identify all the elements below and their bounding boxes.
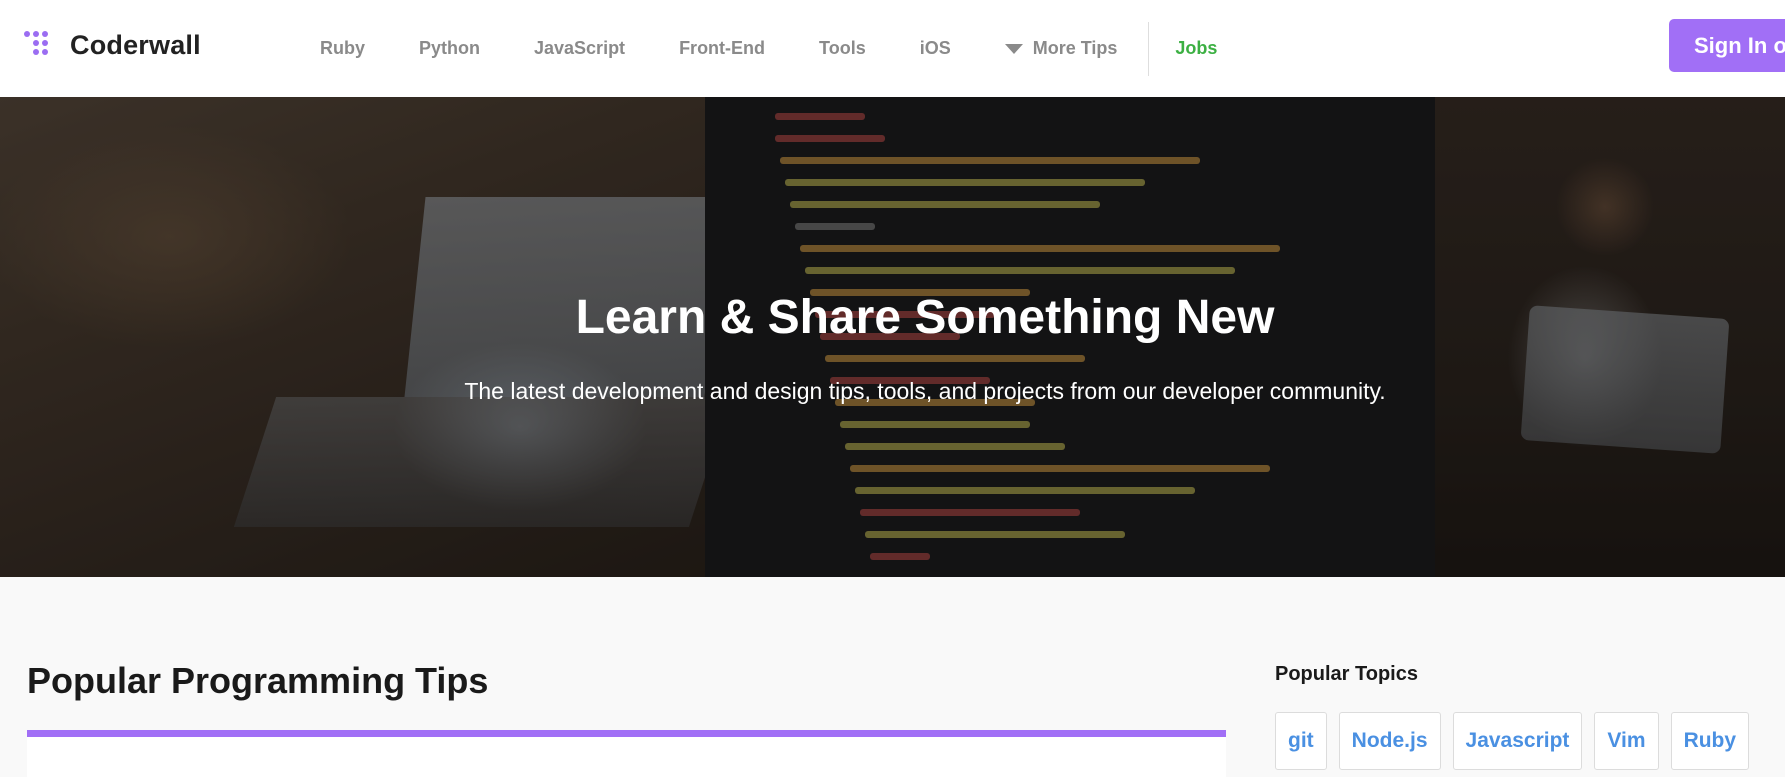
sign-in-button[interactable]: Sign In or Up [1669,19,1785,72]
sidebar-title: Popular Topics [1275,663,1418,685]
nav-item-more-tips[interactable]: More Tips [978,0,1145,97]
nav-item-front-end[interactable]: Front-End [652,0,792,97]
popular-topics-list: git Node.js Javascript Vim Ruby [1275,712,1761,770]
nav-item-more-tips-label: More Tips [1032,38,1118,58]
topic-tag-javascript[interactable]: Javascript [1452,712,1583,770]
nav-divider [1148,21,1150,76]
hero-title: Learn & Share Something New [575,291,1275,344]
main-nav: Ruby Python JavaScript Front-End Tools i… [292,0,1244,97]
logo-link[interactable]: Coderwall [24,29,201,61]
section-title: Popular Programming Tips [27,660,489,701]
nav-item-tools[interactable]: Tools [792,0,893,97]
nav-item-javascript[interactable]: JavaScript [507,0,652,97]
nav-item-ios[interactable]: iOS [893,0,978,97]
hero-subtitle: The latest development and design tips, … [464,378,1386,404]
logo-text: Coderwall [70,29,201,60]
caret-down-icon [1004,43,1023,54]
nav-item-jobs[interactable]: Jobs [1151,0,1244,97]
section-accent-rule [27,730,1226,737]
topic-tag-git[interactable]: git [1275,712,1327,770]
nav-item-python[interactable]: Python [392,0,507,97]
top-header: Coderwall Ruby Python JavaScript Front-E… [0,0,1785,97]
coderwall-logo-icon [24,29,56,61]
topic-tag-ruby[interactable]: Ruby [1670,712,1750,770]
tips-list-card [27,737,1226,777]
nav-item-ruby[interactable]: Ruby [292,0,392,97]
hero-banner: Learn & Share Something New The latest d… [0,97,1785,577]
topic-tag-nodejs[interactable]: Node.js [1338,712,1441,770]
topic-tag-vim[interactable]: Vim [1594,712,1659,770]
